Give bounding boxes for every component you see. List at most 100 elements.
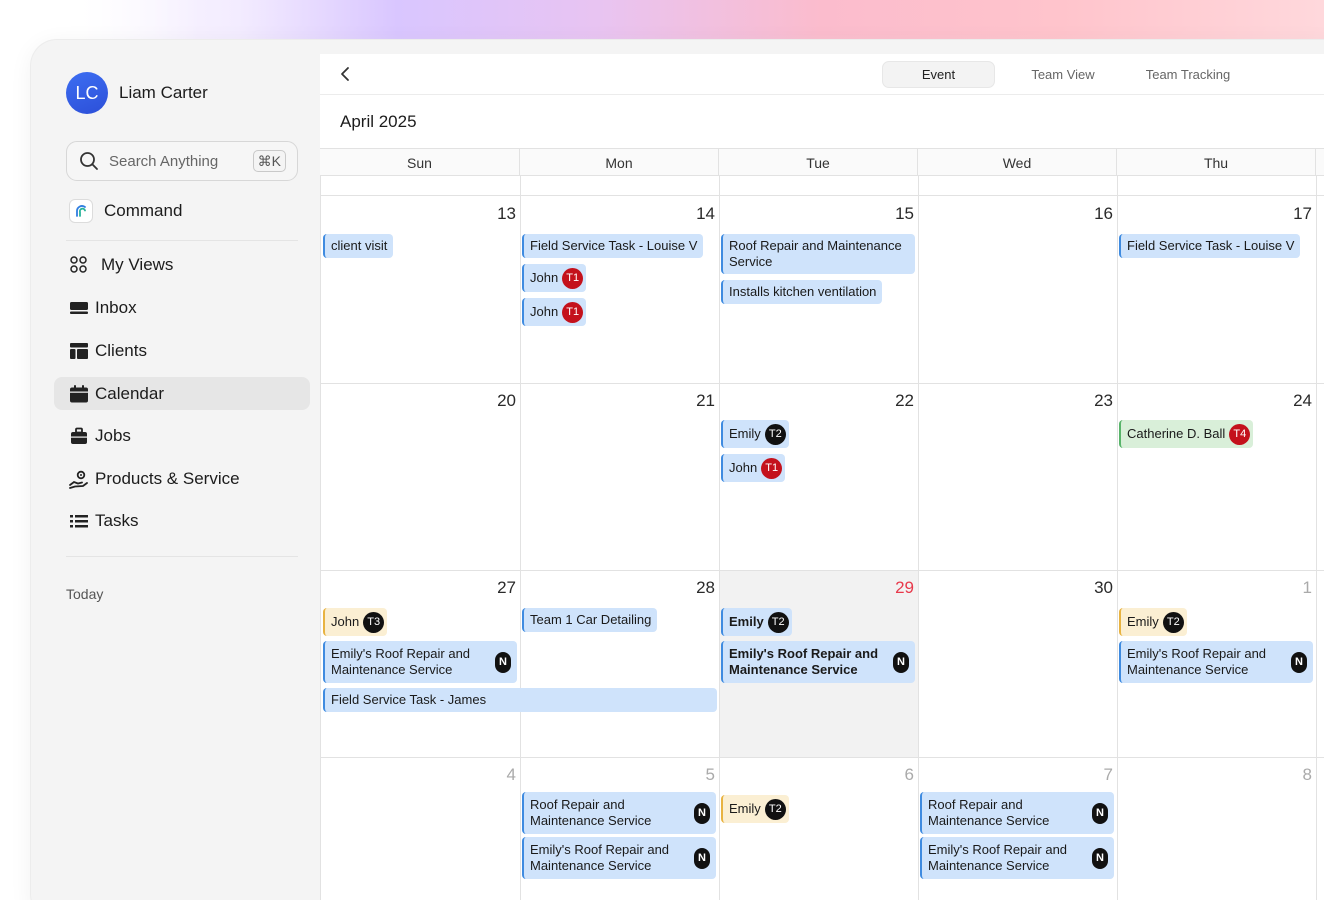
calendar-event[interactable]: John T1 bbox=[721, 454, 786, 482]
day-number: 27 bbox=[497, 578, 516, 597]
sidebar-item-label: My Views bbox=[101, 254, 174, 274]
status-badge: N bbox=[1291, 651, 1307, 673]
calendar-event[interactable]: Field Service Task - Louise V bbox=[522, 234, 704, 258]
user-profile[interactable]: LC Liam Carter bbox=[66, 72, 208, 114]
event-title: Emily's Roof Repair and Maintenance Serv… bbox=[1127, 646, 1267, 677]
sidebar-item-calendar[interactable]: Calendar bbox=[54, 377, 310, 410]
team-badge: T2 bbox=[764, 423, 786, 445]
table-icon bbox=[69, 341, 89, 361]
calendar-event[interactable]: John T3 bbox=[323, 608, 388, 636]
event-title: Team 1 Car Detailing bbox=[530, 612, 652, 627]
event-title: Field Service Task - Louise V bbox=[530, 238, 698, 253]
calendar-event[interactable]: Field Service Task - Louise V bbox=[1119, 234, 1301, 258]
event-title: Emily's Roof Repair and Maintenance Serv… bbox=[530, 842, 670, 873]
status-badge: N bbox=[694, 802, 710, 824]
calendar-event[interactable]: Emily's Roof Repair and Maintenance Serv… bbox=[323, 641, 517, 683]
sidebar-item-jobs[interactable]: Jobs bbox=[54, 419, 310, 452]
calendar-event[interactable]: Emily's Roof Repair and Maintenance Serv… bbox=[1119, 641, 1313, 683]
calendar-event[interactable]: Emily T2 bbox=[721, 608, 792, 636]
sidebar-item-label: Jobs bbox=[95, 425, 131, 445]
search-icon bbox=[80, 152, 98, 170]
event-title: John bbox=[530, 270, 559, 285]
command-label: Command bbox=[104, 201, 183, 220]
calendar-event-multiday[interactable]: Field Service Task - James bbox=[323, 688, 717, 712]
status-badge: N bbox=[495, 651, 511, 673]
team-badge: T1 bbox=[562, 301, 584, 323]
day-number: 6 bbox=[904, 765, 914, 784]
user-name: Liam Carter bbox=[119, 83, 208, 102]
calendar-panel: Event Team View Team Tracking April 2025… bbox=[320, 54, 1324, 900]
event-title: Field Service Task - James bbox=[331, 692, 487, 707]
team-badge: T3 bbox=[363, 611, 385, 633]
calendar-event[interactable]: Catherine D. Ball T4 bbox=[1119, 420, 1254, 448]
event-title: John bbox=[729, 460, 758, 475]
calendar-event[interactable]: Emily's Roof Repair and Maintenance Serv… bbox=[522, 837, 716, 879]
sidebar-item-products-service[interactable]: Products & Service bbox=[54, 462, 310, 495]
hand-gear-icon bbox=[69, 469, 89, 489]
event-title: Emily's Roof Repair and Maintenance Serv… bbox=[928, 842, 1068, 873]
calendar-event[interactable]: Roof Repair and Maintenance Service N bbox=[920, 792, 1114, 834]
calendar-event[interactable]: client visit bbox=[323, 234, 394, 258]
day-number: 28 bbox=[696, 578, 715, 597]
inbox-icon bbox=[69, 298, 89, 318]
day-number: 14 bbox=[696, 204, 715, 223]
calendar-event[interactable]: Emily T2 bbox=[721, 795, 789, 823]
sidebar-divider bbox=[66, 240, 298, 241]
calendar-event[interactable]: Emily's Roof Repair and Maintenance Serv… bbox=[721, 641, 915, 683]
event-title: Installs kitchen ventilation bbox=[729, 284, 877, 299]
chevron-left-icon[interactable] bbox=[338, 64, 352, 84]
command-button[interactable]: Command bbox=[69, 199, 182, 223]
event-title: Roof Repair and Maintenance Service bbox=[928, 797, 1050, 828]
team-badge: T1 bbox=[761, 457, 783, 479]
sidebar-item-label: Tasks bbox=[95, 510, 139, 530]
day-number: 5 bbox=[705, 765, 715, 784]
calendar-event[interactable]: Emily T2 bbox=[1119, 608, 1187, 636]
sidebar-item-tasks[interactable]: Tasks bbox=[54, 504, 310, 537]
sidebar: LC Liam Carter Search Anything ⌘K Comman… bbox=[44, 54, 320, 900]
day-number: 17 bbox=[1293, 204, 1312, 223]
list-icon bbox=[69, 511, 89, 531]
grid-line bbox=[1117, 176, 1118, 900]
event-title: John bbox=[530, 304, 559, 319]
event-title: client visit bbox=[331, 238, 388, 253]
sidebar-item-inbox[interactable]: Inbox bbox=[54, 291, 310, 324]
calendar-event[interactable]: John T1 bbox=[522, 264, 587, 292]
calendar-event[interactable]: Emily's Roof Repair and Maintenance Serv… bbox=[920, 837, 1114, 879]
day-number: 21 bbox=[696, 391, 715, 410]
sidebar-item-label: Products & Service bbox=[95, 468, 240, 488]
search-input[interactable]: Search Anything ⌘K bbox=[66, 141, 298, 181]
event-title: Emily bbox=[729, 614, 764, 629]
day-number: 22 bbox=[895, 391, 914, 410]
tab-team-tracking[interactable]: Team Tracking bbox=[1130, 61, 1246, 88]
day-number: 15 bbox=[895, 204, 914, 223]
tab-event[interactable]: Event bbox=[882, 61, 995, 88]
sidebar-item-my-views[interactable]: My Views bbox=[54, 248, 310, 281]
event-title: Field Service Task - Louise V bbox=[1127, 238, 1295, 253]
day-number-today: 29 bbox=[895, 578, 914, 597]
calendar-event[interactable]: Team 1 Car Detailing bbox=[522, 608, 658, 632]
sidebar-item-label: Clients bbox=[95, 340, 147, 360]
sidebar-item-clients[interactable]: Clients bbox=[54, 334, 310, 367]
calendar-event[interactable]: John T1 bbox=[522, 298, 587, 326]
team-badge: T1 bbox=[562, 267, 584, 289]
event-title: Emily bbox=[729, 801, 761, 816]
team-badge: T2 bbox=[1162, 611, 1184, 633]
sidebar-divider bbox=[66, 556, 298, 557]
calendar-event[interactable]: Installs kitchen ventilation bbox=[721, 280, 883, 304]
event-title: Emily's Roof Repair and Maintenance Serv… bbox=[331, 646, 471, 677]
calendar-event[interactable]: Roof Repair and Maintenance Service bbox=[721, 234, 915, 274]
calendar-event[interactable]: Roof Repair and Maintenance Service N bbox=[522, 792, 716, 834]
avatar[interactable]: LC bbox=[66, 72, 108, 114]
grid-line bbox=[1316, 176, 1317, 900]
tab-team-view[interactable]: Team View bbox=[1006, 61, 1120, 88]
weekday-label: Mon bbox=[520, 149, 719, 176]
briefcase-icon bbox=[69, 426, 89, 446]
event-title: Roof Repair and Maintenance Service bbox=[530, 797, 652, 828]
day-number: 16 bbox=[1094, 204, 1113, 223]
calendar-event[interactable]: Emily T2 bbox=[721, 420, 789, 448]
command-icon bbox=[69, 199, 93, 223]
day-number: 23 bbox=[1094, 391, 1113, 410]
today-section-label: Today bbox=[66, 586, 104, 602]
search-placeholder: Search Anything bbox=[109, 152, 219, 170]
event-title: John bbox=[331, 614, 360, 629]
